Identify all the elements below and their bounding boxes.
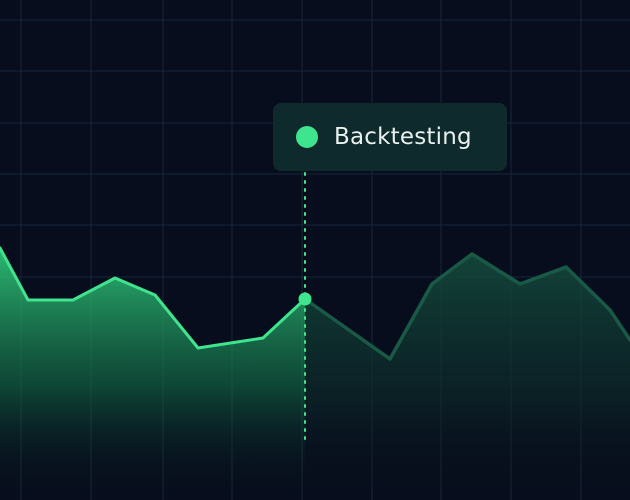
- data-point-marker: [298, 292, 312, 306]
- line-chart: [0, 0, 630, 500]
- tooltip: Backtesting: [273, 103, 507, 171]
- area-fills: [0, 248, 630, 500]
- tooltip-label: Backtesting: [334, 124, 472, 150]
- green-dot-icon: [296, 126, 318, 148]
- area-fill-active: [0, 248, 305, 500]
- area-fill-muted: [305, 254, 630, 500]
